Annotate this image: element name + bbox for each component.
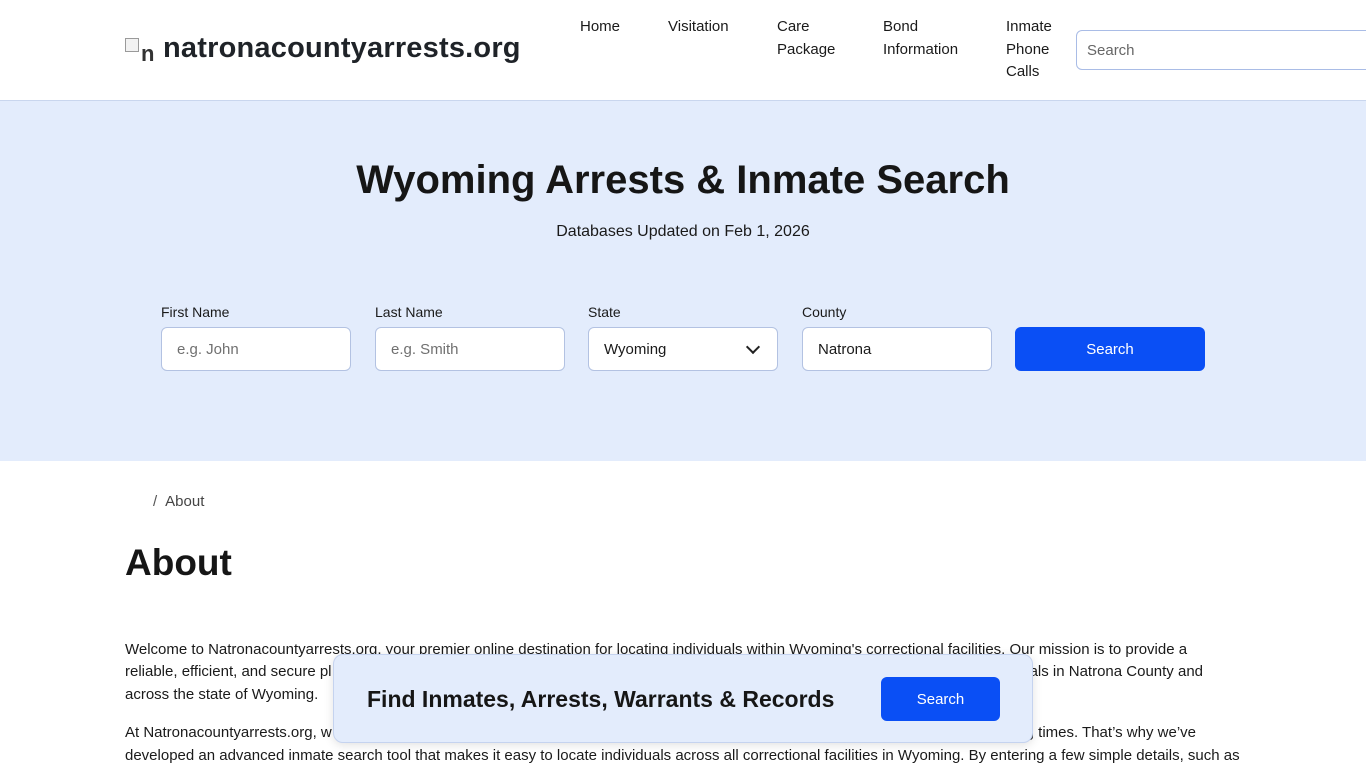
floating-search-banner: Find Inmates, Arrests, Warrants & Record… [333, 654, 1033, 743]
about-paragraph-line: developed an advanced inmate search tool… [125, 747, 1240, 764]
county-input[interactable] [802, 327, 992, 371]
hero-title: Wyoming Arrests & Inmate Search [356, 158, 1010, 202]
site-header: n natronacountyarrests.org Home Visitati… [0, 0, 1366, 101]
nav-bond-line1: Bond [883, 18, 919, 35]
first-name-input[interactable] [161, 327, 351, 371]
state-select[interactable]: Wyoming [588, 327, 778, 371]
nav-phone-line1: Inmate [1006, 18, 1052, 35]
first-name-label: First Name [161, 304, 230, 320]
state-label: State [588, 304, 621, 320]
nav-phone-line3: Calls [1006, 63, 1040, 80]
breadcrumb-current: About [165, 493, 205, 510]
page-title: About [125, 542, 232, 583]
breadcrumb-separator: / [153, 493, 158, 510]
nav-care-package[interactable]: Care Package [777, 16, 835, 61]
nav-bond-information[interactable]: Bond Information [883, 16, 958, 61]
last-name-input[interactable] [375, 327, 565, 371]
nav-care-package-line1: Care [777, 18, 810, 35]
floating-banner-text: Find Inmates, Arrests, Warrants & Record… [367, 686, 835, 712]
hero-search-button[interactable]: Search [1015, 327, 1205, 371]
breadcrumb: / About [153, 493, 204, 510]
logo-alt-text: n [141, 40, 155, 66]
nav-inmate-phone-calls[interactable]: Inmate Phone Calls [1006, 16, 1052, 84]
county-label: County [802, 304, 847, 320]
nav-bond-line2: Information [883, 40, 959, 58]
state-selected-value: Wyoming [604, 340, 667, 358]
chevron-down-icon [745, 339, 761, 354]
hero-search-section: Wyoming Arrests & Inmate Search Database… [0, 101, 1366, 461]
header-search-input[interactable] [1076, 30, 1366, 70]
last-name-label: Last Name [375, 304, 443, 320]
broken-image-icon: n [125, 34, 157, 64]
nav-care-package-line2: Package [777, 40, 836, 58]
database-updated-text: Databases Updated on Feb 1, 2026 [556, 223, 810, 240]
nav-visitation[interactable]: Visitation [668, 16, 729, 39]
nav-phone-line2: Phone [1006, 40, 1050, 58]
site-logo[interactable]: n natronacountyarrests.org [125, 32, 521, 65]
site-name[interactable]: natronacountyarrests.org [163, 32, 521, 65]
nav-home[interactable]: Home [580, 16, 620, 39]
floating-search-button[interactable]: Search [881, 677, 1000, 721]
